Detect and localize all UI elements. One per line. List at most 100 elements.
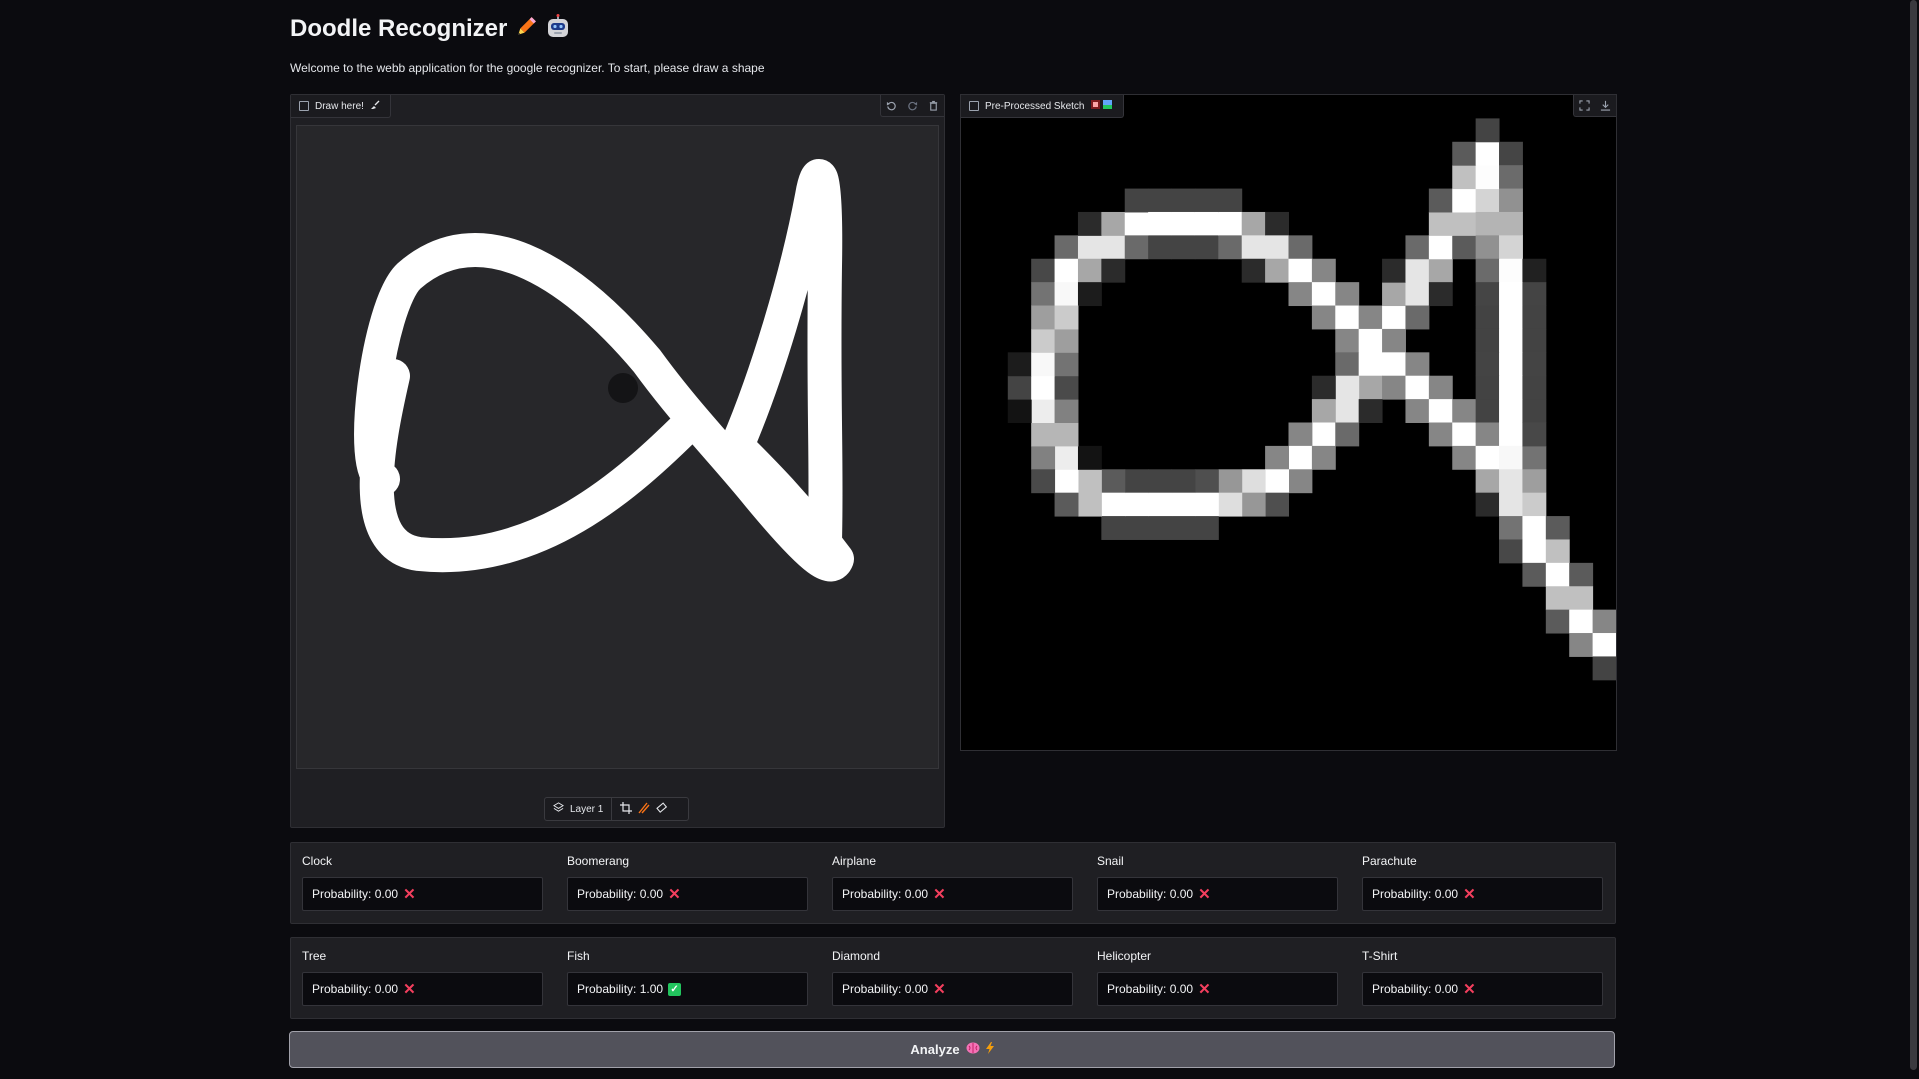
sketch-pixel — [1475, 445, 1500, 470]
sketch-pixel — [1265, 258, 1289, 283]
sketch-pixel — [1382, 375, 1406, 400]
sketch-pixel — [1054, 399, 1079, 423]
eraser-icon[interactable] — [656, 801, 668, 817]
sketch-pixel — [1194, 492, 1219, 517]
sketch-pixel — [1499, 141, 1523, 166]
label-name: Parachute — [1362, 854, 1417, 868]
download-icon[interactable] — [1595, 95, 1616, 116]
undo-icon[interactable] — [881, 95, 902, 116]
sketch-pixel — [1241, 492, 1266, 517]
sketch-pixel — [1101, 235, 1126, 260]
sketch-pixel — [1452, 399, 1477, 423]
sketch-pixel — [1522, 305, 1547, 330]
sketch-pixel — [1241, 211, 1266, 236]
sketch-pixel — [1194, 516, 1219, 540]
brush-tool-icon[interactable] — [638, 802, 650, 817]
analyze-button[interactable]: Analyze — [289, 1031, 1615, 1068]
sketch-pixel — [1101, 211, 1126, 236]
sketch-pixel — [1522, 445, 1547, 470]
trash-icon[interactable] — [923, 95, 944, 116]
draw-toolbar — [880, 95, 944, 117]
sketch-pixel — [1171, 211, 1196, 236]
probability-box: Probability: 0.00 ✕ — [1362, 877, 1603, 911]
sketch-pixel — [1358, 375, 1383, 400]
sketch-pixel — [1522, 352, 1547, 377]
sketch-pixel — [1569, 586, 1594, 611]
sketch-pixel — [1499, 492, 1523, 517]
x-mark-icon: ✕ — [1463, 980, 1476, 998]
redo-icon[interactable] — [902, 95, 923, 116]
sketch-pixel — [1522, 469, 1547, 494]
sketch-pixel — [1335, 422, 1360, 447]
page-scrollbar[interactable] — [1907, 0, 1919, 1079]
sketch-pixel — [1288, 258, 1313, 283]
sketch-pixel — [1288, 282, 1313, 307]
sketch-pixel — [1499, 422, 1523, 447]
label-card-snail: Snail Probability: 0.00 ✕ — [1086, 843, 1338, 923]
sketch-pixel — [1382, 328, 1406, 353]
probability-box: Probability: 0.00 ✕ — [302, 972, 543, 1006]
sketch-pixel — [1499, 539, 1523, 564]
sketch-pixel — [1405, 305, 1430, 330]
sketch-pixel — [1265, 211, 1289, 236]
sketch-drawing — [354, 158, 854, 582]
crop-icon[interactable] — [620, 801, 633, 817]
sketch-pixel — [1124, 516, 1149, 540]
sketch-pixel — [1311, 258, 1336, 283]
drawing-canvas[interactable] — [296, 125, 939, 769]
label-name: Helicopter — [1097, 949, 1152, 963]
sketch-pixel — [1148, 211, 1173, 236]
sketch-pixel — [1031, 282, 1056, 307]
sketch-pixel — [1428, 258, 1453, 283]
sketch-pixel — [1007, 352, 1032, 377]
label-name: Clock — [302, 854, 333, 868]
sketch-pixel — [1218, 188, 1243, 213]
layer-selector[interactable]: Layer 1 — [545, 798, 611, 820]
sketch-pixel — [1382, 305, 1406, 330]
x-mark-icon: ✕ — [403, 980, 416, 998]
probability-text: Probability: 0.00 — [1372, 982, 1459, 996]
sketch-pixel — [1358, 305, 1383, 330]
label-name: Fish — [567, 949, 590, 963]
pencil-icon — [514, 15, 545, 42]
sketch-pixel — [1007, 399, 1032, 423]
sketch-pixel — [1475, 375, 1500, 400]
layer-label: Layer 1 — [570, 803, 604, 815]
sketch-pixel — [1452, 188, 1477, 213]
scrollbar-thumb[interactable] — [1910, 0, 1917, 1070]
sketch-pixel — [1522, 422, 1547, 447]
sketch-pixel — [1405, 375, 1430, 400]
sketch-pixel — [1592, 633, 1617, 657]
sketch-pixel — [1569, 609, 1594, 634]
sketch-pixel — [1311, 422, 1336, 447]
label-card-clock: Clock Probability: 0.00 ✕ — [291, 843, 543, 923]
sketch-pixel — [1522, 258, 1547, 283]
sketch-pixel — [1405, 282, 1430, 307]
sketch-pixel — [1148, 469, 1173, 494]
sketch-pixel — [1592, 656, 1617, 681]
fullscreen-icon[interactable] — [1574, 95, 1595, 116]
x-mark-icon: ✕ — [933, 885, 946, 903]
sketch-pixel — [1311, 399, 1336, 423]
probability-box: Probability: 0.00 ✕ — [567, 877, 808, 911]
sketch-pixel — [1007, 375, 1032, 400]
sketch-pixel — [1475, 141, 1500, 166]
sketch-pixel — [1031, 352, 1056, 377]
draw-panel-label: Draw here! — [291, 95, 391, 118]
sketch-pixel — [1522, 492, 1547, 517]
sketch-pixel — [1405, 399, 1430, 423]
sketch-pixel — [1311, 445, 1336, 470]
sketch-pixel — [1311, 305, 1336, 330]
sketch-pixel — [1311, 375, 1336, 400]
sketch-pixel — [1194, 469, 1219, 494]
sketch-pixel — [1475, 235, 1500, 260]
sketch-pixel — [1288, 422, 1313, 447]
sketch-pixel — [1428, 282, 1453, 307]
sketch-pixel — [1054, 235, 1079, 260]
robot-icon — [545, 14, 571, 42]
sketch-pixel — [1054, 492, 1079, 517]
label-card-airplane: Airplane Probability: 0.00 ✕ — [821, 843, 1073, 923]
sketch-pixel — [1545, 539, 1570, 564]
sketch-pixel — [1031, 375, 1056, 400]
image-icon — [969, 101, 979, 111]
